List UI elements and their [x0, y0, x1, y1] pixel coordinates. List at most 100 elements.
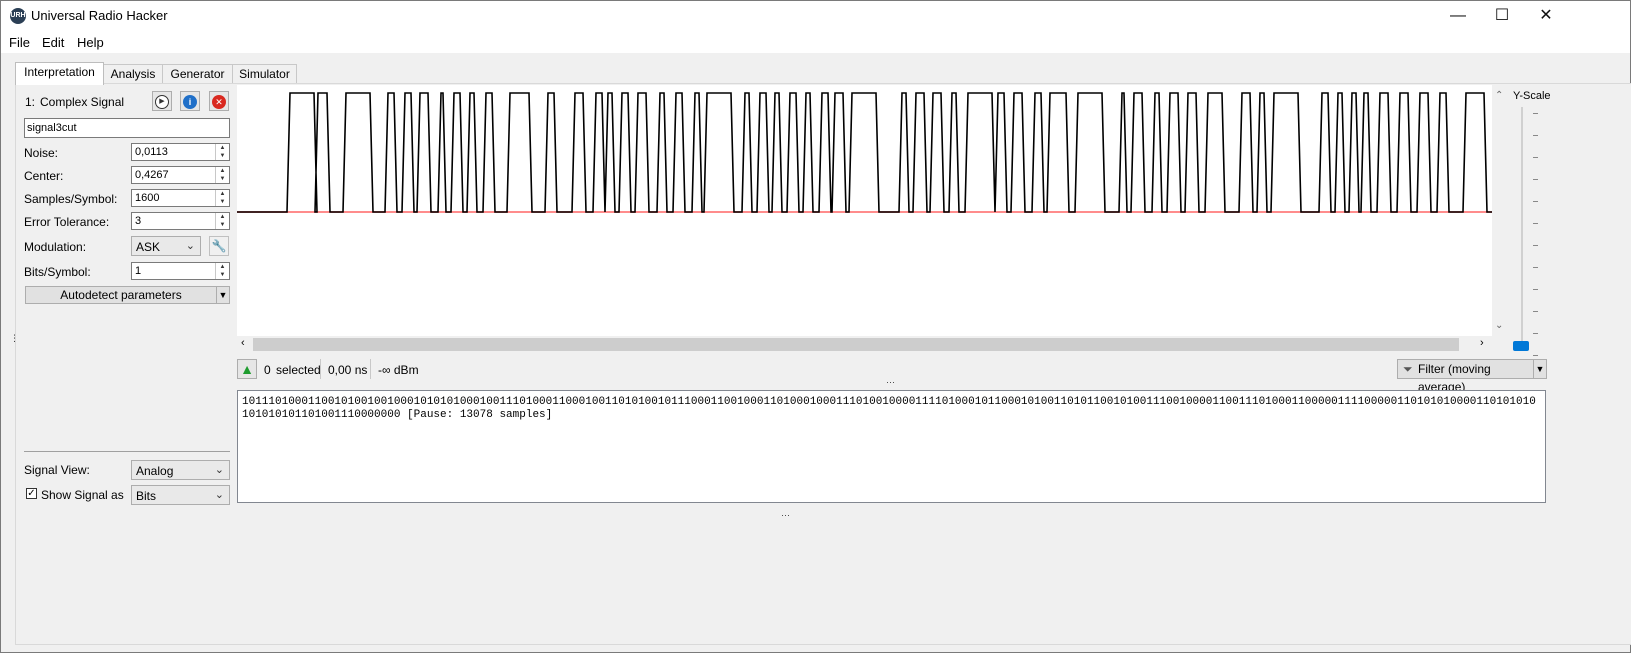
- spin-arrows-icon[interactable]: ▲ ▼: [215, 144, 229, 160]
- filter-button[interactable]: ⏷ Filter (moving average): [1397, 359, 1534, 394]
- y-scale-tick: [1533, 223, 1538, 224]
- y-scale-tick: [1533, 311, 1538, 312]
- show-signal-as-value: Bits: [136, 489, 157, 503]
- signal-view-label: Signal View:: [24, 463, 90, 477]
- selection-power: -∞ dBm: [378, 363, 419, 377]
- y-scale-slider-track[interactable]: [1521, 107, 1523, 347]
- spin-arrows-icon[interactable]: ▲ ▼: [215, 213, 229, 229]
- center-label: Center:: [24, 169, 64, 183]
- menu-file[interactable]: File: [9, 35, 30, 50]
- checkmark-icon: ✓: [27, 488, 36, 499]
- y-scale-label: Y-Scale: [1513, 90, 1551, 102]
- close-button[interactable]: ✕: [1523, 1, 1569, 31]
- autodetect-parameters-button[interactable]: Autodetect parameters: [25, 286, 217, 304]
- y-scale-tick: [1533, 179, 1538, 180]
- bits-per-symbol-value: 1: [135, 265, 142, 277]
- wrench-icon: 🔧: [211, 239, 227, 253]
- app-window: URH Universal Radio Hacker — ☐ ✕ File Ed…: [0, 0, 1631, 653]
- signal-trace: [237, 92, 1492, 213]
- tab-simulator[interactable]: Simulator: [232, 64, 297, 84]
- noise-value: 0,0113: [135, 146, 168, 158]
- signal-waveform: [237, 92, 1492, 213]
- menu-help[interactable]: Help: [77, 35, 104, 50]
- modulation-label: Modulation:: [24, 240, 87, 254]
- scrollbar-thumb[interactable]: [253, 338, 1459, 351]
- chevron-up-icon[interactable]: ⌃: [1495, 90, 1503, 101]
- y-scale-tick: [1533, 289, 1538, 290]
- play-icon: ▶: [155, 94, 169, 109]
- chevron-down-icon: ▼: [218, 290, 228, 300]
- show-signal-as-label: Show Signal as: [41, 488, 124, 502]
- show-signal-as-select[interactable]: Bits ⌄: [131, 485, 230, 505]
- y-scale-tick: [1533, 113, 1538, 114]
- divider: [320, 359, 321, 379]
- maximize-button[interactable]: ☐: [1479, 1, 1525, 31]
- show-signal-as-checkbox[interactable]: ✓: [26, 488, 37, 499]
- y-scale-tick: [1533, 201, 1538, 202]
- autodetect-menu-button[interactable]: ▼: [216, 286, 230, 304]
- tab-generator[interactable]: Generator: [162, 64, 233, 84]
- noise-spinbox[interactable]: 0,0113 ▲ ▼: [131, 143, 230, 161]
- signal-type-label: Complex Signal: [40, 95, 125, 109]
- menu-bar: File Edit Help: [1, 31, 1630, 53]
- close-icon: ✕: [212, 94, 226, 109]
- chevron-down-icon: ⌄: [185, 240, 195, 252]
- samples-per-symbol-value: 1600: [135, 192, 160, 204]
- scroll-left-icon[interactable]: ‹: [241, 337, 245, 349]
- y-scale-panel: Y-Scale ⌃ ⌄: [1493, 85, 1551, 356]
- funnel-icon: ⏷: [1403, 362, 1413, 376]
- title-bar: URH Universal Radio Hacker — ☐ ✕: [1, 1, 1630, 31]
- tab-interpretation[interactable]: Interpretation: [15, 62, 104, 85]
- menu-edit[interactable]: Edit: [42, 35, 64, 50]
- spin-arrows-icon[interactable]: ▲ ▼: [215, 263, 229, 279]
- chevron-down-icon[interactable]: ⌄: [1495, 320, 1503, 331]
- replay-signal-button[interactable]: ▶: [152, 91, 172, 111]
- filter-menu-button[interactable]: ▼: [1533, 359, 1547, 379]
- signal-horizontal-scrollbar[interactable]: ‹ ›: [237, 336, 1491, 353]
- chevron-down-icon: ⌄: [214, 464, 224, 476]
- chevron-down-icon: ▼: [1535, 364, 1545, 374]
- center-value: 0,4267: [135, 169, 169, 181]
- vertical-splitter-handle[interactable]: ⋮: [10, 333, 19, 344]
- y-scale-tick: [1533, 245, 1538, 246]
- divider: [24, 451, 230, 452]
- tab-analysis[interactable]: Analysis: [103, 64, 163, 84]
- modulation-select[interactable]: ASK ⌄: [131, 236, 201, 256]
- center-spinbox[interactable]: 0,4267 ▲ ▼: [131, 166, 230, 184]
- minimize-button[interactable]: —: [1435, 1, 1481, 31]
- modulation-settings-button[interactable]: 🔧: [209, 236, 229, 256]
- error-tolerance-spinbox[interactable]: 3 ▲ ▼: [131, 212, 230, 230]
- y-scale-tick: [1533, 355, 1538, 356]
- info-icon: i: [183, 94, 197, 109]
- y-scale-tick: [1533, 157, 1538, 158]
- show-protocol-button[interactable]: ▲: [237, 359, 257, 379]
- selection-duration: 0,00 ns: [328, 363, 368, 377]
- window-title: Universal Radio Hacker: [31, 8, 168, 23]
- scroll-right-icon[interactable]: ›: [1480, 337, 1484, 349]
- samples-per-symbol-spinbox[interactable]: 1600 ▲ ▼: [131, 189, 230, 207]
- signal-index: 1:: [25, 95, 36, 109]
- spin-arrows-icon[interactable]: ▲ ▼: [215, 167, 229, 183]
- spin-arrows-icon[interactable]: ▲ ▼: [215, 190, 229, 206]
- samples-per-symbol-label: Samples/Symbol:: [24, 192, 118, 206]
- y-scale-tick: [1533, 135, 1538, 136]
- signal-info-button[interactable]: i: [180, 91, 200, 111]
- signal-view-select[interactable]: Analog ⌄: [131, 460, 230, 480]
- bits-per-symbol-spinbox[interactable]: 1 ▲ ▼: [131, 262, 230, 280]
- demodulated-bits-view[interactable]: 1011101000110010100100100010101010001001…: [237, 390, 1546, 503]
- horizontal-splitter-handle[interactable]: ···: [781, 510, 790, 520]
- modulation-value: ASK: [136, 240, 161, 254]
- green-arrow-up-icon: ▲: [240, 361, 254, 377]
- selected-label: selected: [276, 363, 321, 377]
- app-logo-icon: URH: [10, 8, 26, 24]
- y-scale-tick: [1533, 267, 1538, 268]
- bits-per-symbol-label: Bits/Symbol:: [24, 265, 91, 279]
- signal-name-value: signal3cut: [27, 122, 77, 134]
- horizontal-splitter-handle[interactable]: ···: [886, 377, 895, 387]
- divider: [370, 359, 371, 379]
- signal-graph-view[interactable]: [237, 85, 1492, 336]
- close-signal-button[interactable]: ✕: [209, 91, 229, 111]
- error-tolerance-label: Error Tolerance:: [24, 215, 110, 229]
- y-scale-slider-handle[interactable]: [1513, 341, 1529, 351]
- signal-name-input[interactable]: signal3cut: [24, 118, 230, 138]
